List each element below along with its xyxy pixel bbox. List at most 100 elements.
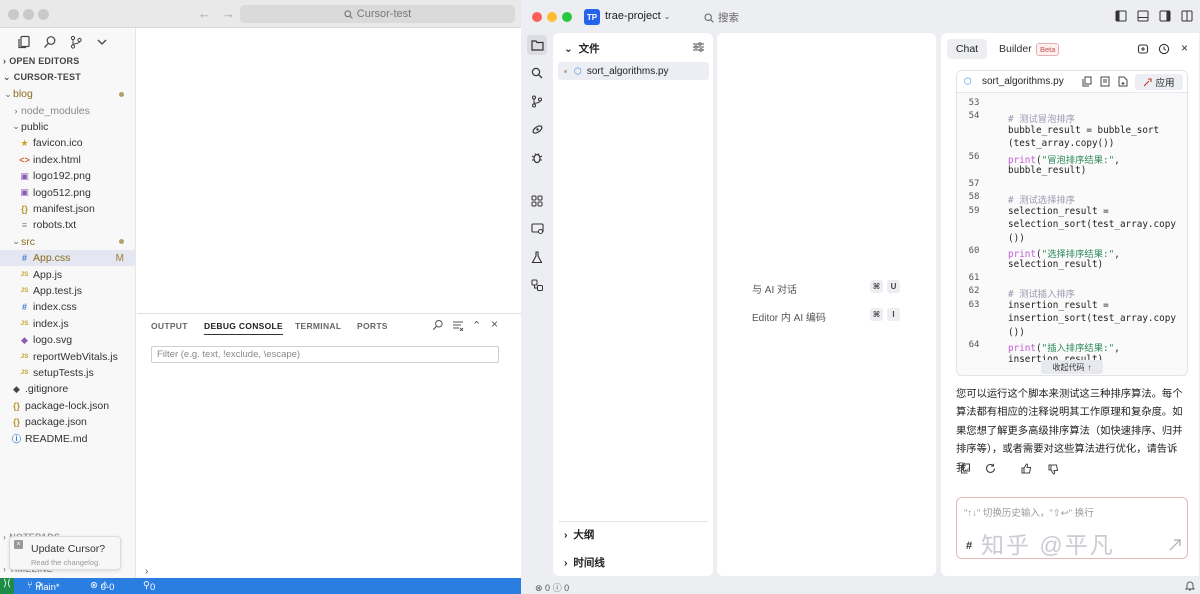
explorer-header[interactable]: ⌄ 文件 [564,41,600,56]
chevron-down-icon[interactable] [92,32,112,52]
toggle-sidebar-right-icon[interactable] [1159,10,1171,25]
tab-debug-console[interactable]: DEBUG CONSOLE [204,321,283,335]
extensions-icon[interactable] [527,191,547,211]
tree-item[interactable]: {} package-lock.json [0,398,136,414]
outline-section[interactable]: › 大纲 [564,527,594,542]
tree-item[interactable]: › node_modules [0,102,136,118]
regenerate-icon[interactable] [985,463,996,477]
tree-item[interactable]: ⓘ README.md [0,430,136,446]
window-maximize-button[interactable] [562,12,572,22]
source-control-icon[interactable] [527,91,547,111]
new-file-icon[interactable] [1118,76,1128,90]
collapse-code-button[interactable]: 收起代码 ↑ [1041,360,1103,374]
files-icon[interactable] [14,32,34,52]
maximize-panel-icon[interactable]: ⌃ [472,319,481,332]
source-control-icon[interactable] [66,32,86,52]
copy-icon[interactable] [1082,76,1092,90]
layout-icon[interactable] [1181,10,1193,25]
toggle-sidebar-left-icon[interactable] [1115,10,1127,25]
close-icon[interactable]: × [1181,41,1188,55]
tree-item[interactable]: JS reportWebVitals.js [0,348,136,364]
problems-indicator[interactable]: ⊗ 0 ⓘ 0 [535,581,569,594]
command-search-bar[interactable]: Cursor-test [240,5,515,23]
filter-settings-icon[interactable] [693,42,704,55]
tab-output[interactable]: OUTPUT [151,321,188,331]
tree-item[interactable]: ▣ logo192.png [0,168,136,184]
code-token: , [1114,343,1120,355]
window-close-button[interactable] [8,9,19,20]
tree-item[interactable]: ≡ robots.txt [0,217,136,233]
container-icon[interactable] [527,275,547,295]
project-header[interactable]: ⌄ CURSOR-TEST [0,69,136,85]
console-filter-input[interactable]: Filter (e.g. text, !exclude, \escape) [151,346,499,363]
tree-item[interactable]: ⌄ src [0,234,136,250]
tree-item[interactable]: ★ favicon.ico [0,135,136,151]
remote-icon[interactable]: ⟩⟨ [0,578,14,594]
tree-item[interactable]: <> index.html [0,152,136,168]
tree-item[interactable]: ⌄ blog [0,86,136,102]
tab-terminal[interactable]: TERMINAL [295,321,341,331]
notifications-bell-icon[interactable] [1184,580,1196,593]
tree-item[interactable]: {} manifest.json [0,201,136,217]
tab-builder[interactable]: Builder [999,43,1032,55]
tree-item[interactable]: ▣ logo512.png [0,184,136,200]
debug-icon[interactable] [527,147,547,167]
window-minimize-button[interactable] [23,9,34,20]
new-chat-icon[interactable] [1137,43,1149,58]
window-minimize-button[interactable] [547,12,557,22]
link-icon[interactable] [527,119,547,139]
toast-subtitle[interactable]: Read the changelog. [31,558,100,567]
tab-ports[interactable]: PORTS [357,321,388,331]
tree-item[interactable]: JS setupTests.js [0,365,136,381]
tree-item[interactable]: ⌄ public [0,119,136,135]
tab-chat[interactable]: Chat [947,39,987,59]
tree-item[interactable]: JS App.test.js [0,283,136,299]
timeline-section[interactable]: › 时间线 [564,555,605,570]
copy-icon[interactable] [960,463,971,477]
gitignore-file-icon: ◆ [13,383,20,394]
project-switcher[interactable]: trae-project ⌄ [605,10,670,22]
testing-flask-icon[interactable] [527,247,547,267]
open-editors-header[interactable]: › OPEN EDITORS [0,53,136,69]
editor-area[interactable] [137,28,521,313]
thumbs-up-icon[interactable] [1021,463,1032,477]
tree-item[interactable]: # App.css M [0,250,136,267]
cursor-window: ← → Cursor-test › OPEN EDITORS ⌄ CURSOR-TE… [0,0,521,594]
tree-item[interactable]: # index.css [0,299,136,315]
clear-console-icon[interactable] [452,320,464,334]
thumbs-down-icon[interactable] [1048,464,1059,478]
context-hash-button[interactable]: # [966,540,972,552]
window-maximize-button[interactable] [38,9,49,20]
close-icon[interactable]: × [14,540,23,549]
divider [558,521,708,522]
tree-item[interactable]: {} package.json [0,414,136,430]
explorer-icon[interactable] [527,35,547,55]
window-close-button[interactable] [532,12,542,22]
branch-indicator[interactable]: ⑂ main* ⟳ [27,580,60,593]
tree-item[interactable]: JS index.js [0,316,136,332]
send-icon[interactable] [1169,539,1181,554]
ports-indicator[interactable]: ⚲ 0 [143,580,155,593]
history-icon[interactable] [1158,43,1170,58]
css-file-icon: # [21,302,27,313]
back-arrow-icon[interactable]: ← [198,6,211,21]
toggle-panel-icon[interactable] [1137,10,1149,25]
tree-item[interactable]: ◆ .gitignore [0,381,136,397]
code-token: # 测试选择排序 [1008,195,1075,207]
search-icon[interactable] [527,63,547,83]
global-search[interactable]: 搜索 [704,10,739,25]
insert-icon[interactable] [1100,76,1110,90]
editor-welcome-area[interactable]: 与 AI 对话 ⌘ U Editor 内 AI 编码 ⌘ I [717,33,936,576]
forward-arrow-icon[interactable]: → [222,6,235,21]
file-item-sort-algorithms[interactable]: ⬡ sort_algorithms.py [558,62,709,80]
apply-button[interactable]: 应用 [1135,74,1183,90]
code-token: print [1008,248,1036,260]
remote-explorer-icon[interactable] [527,219,547,239]
update-toast[interactable]: × Update Cursor? Read the changelog. [9,536,121,570]
tree-item[interactable]: JS App.js [0,266,136,282]
close-panel-icon[interactable]: × [491,317,498,331]
tree-item[interactable]: ◆ logo.svg [0,332,136,348]
search-icon[interactable] [432,319,444,334]
problems-indicator[interactable]: ⊗ 0 ⚠ 0 [90,580,114,593]
search-icon[interactable] [40,32,60,52]
